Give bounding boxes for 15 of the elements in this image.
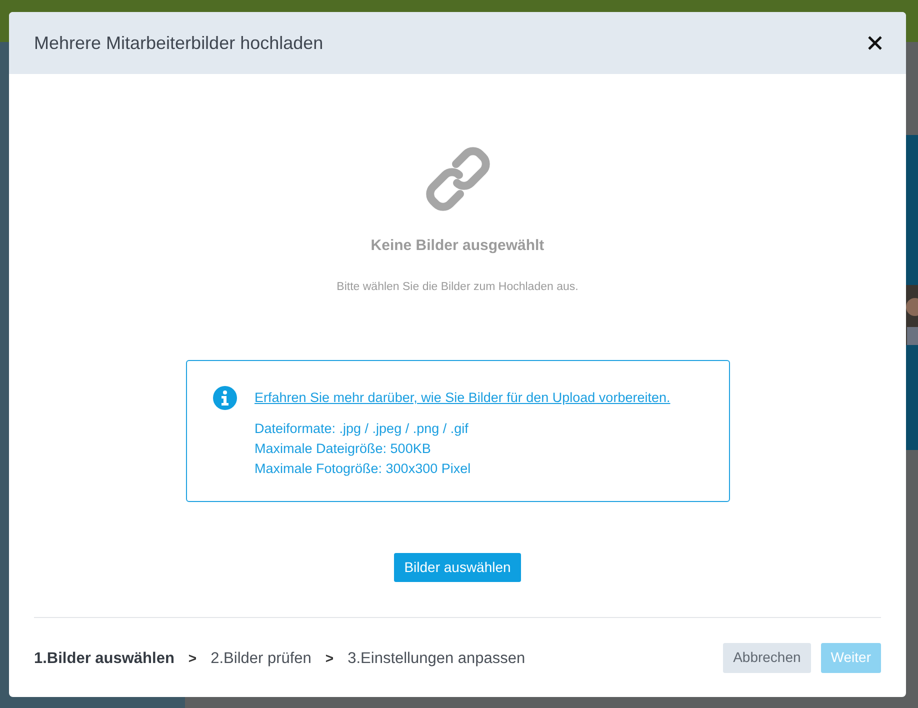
step-separator: > bbox=[188, 649, 197, 668]
info-text: Maximale Fotogröße: 300x300 Pixel bbox=[254, 460, 472, 478]
wizard-step: 3.Einstellungen anpassen bbox=[348, 646, 526, 670]
dialog-title: Mehrere Mitarbeiterbilder hochladen bbox=[34, 32, 324, 54]
empty-state-heading: Keine Bilder ausgewählt bbox=[370, 236, 544, 256]
wizard-step: 1.Bilder auswählen bbox=[34, 646, 174, 670]
empty-state-hint: Bitte wählen Sie die Bilder zum Hochladen aus. bbox=[336, 280, 578, 294]
info-text: Maximale Dateigröße: 500KB bbox=[254, 440, 432, 458]
cancel-button[interactable]: Abbrechen bbox=[723, 642, 811, 672]
step-separator: > bbox=[325, 649, 334, 668]
info-text: Dateiformate: .jpg / .jpeg / .png / .gif bbox=[254, 420, 470, 438]
help-link[interactable]: Erfahren Sie mehr darüber, wie Sie Bilder für den Upload vorbereiten. bbox=[254, 388, 670, 408]
select-images-button[interactable]: Bilder auswählen bbox=[394, 552, 521, 582]
info-icon bbox=[212, 386, 236, 410]
wizard-step: 2.Bilder prüfen bbox=[210, 646, 312, 670]
